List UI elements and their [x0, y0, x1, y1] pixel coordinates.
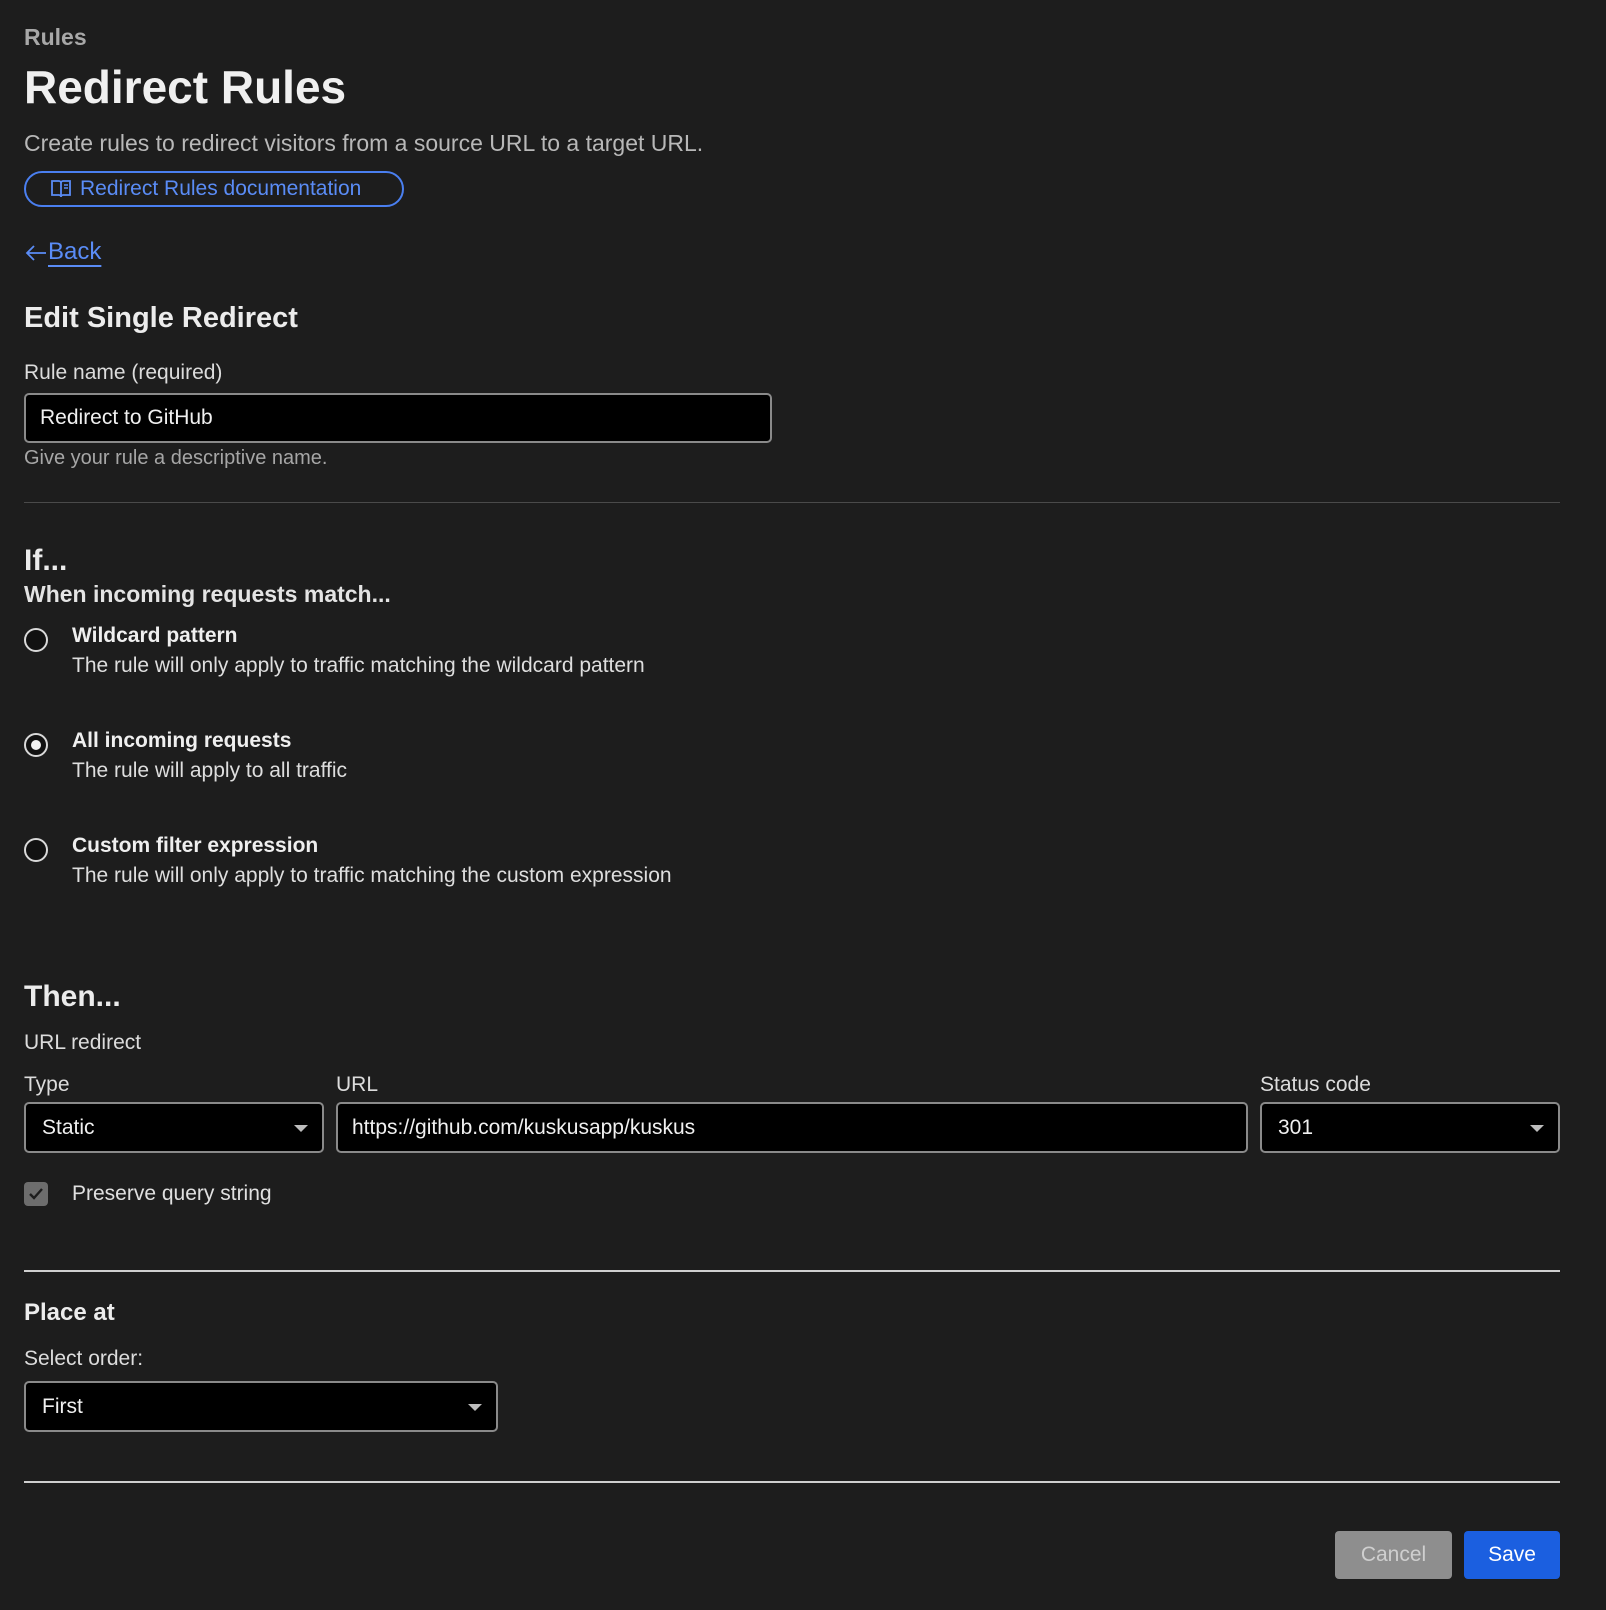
radio-button[interactable] [24, 628, 48, 652]
preserve-query-string-option[interactable]: Preserve query string [24, 1182, 272, 1206]
preserve-query-checkbox[interactable] [24, 1182, 48, 1206]
url-input-value: https://github.com/kuskusapp/kuskus [352, 1115, 696, 1139]
arrow-left-icon [24, 242, 48, 262]
divider [24, 1481, 1560, 1483]
rule-name-help: Give your rule a descriptive name. [24, 447, 328, 469]
back-link-label: Back [48, 238, 102, 265]
rule-name-value: Redirect to GitHub [40, 406, 213, 429]
status-code-value: 301 [1278, 1115, 1314, 1139]
radio-description: The rule will apply to all traffic [72, 759, 348, 782]
place-at-heading: Place at [24, 1299, 115, 1326]
order-select-value: First [42, 1394, 83, 1418]
action-label: URL redirect [24, 1031, 142, 1054]
order-label: Select order: [24, 1347, 144, 1370]
preserve-query-label: Preserve query string [72, 1182, 272, 1205]
radio-option-all-incoming-requests[interactable]: All incoming requests The rule will appl… [24, 729, 924, 809]
type-label: Type [24, 1073, 70, 1096]
if-heading: If... [24, 544, 68, 577]
rule-name-label: Rule name (required) [24, 361, 223, 384]
divider [24, 1270, 1560, 1272]
status-code-select[interactable]: 301 [1260, 1102, 1560, 1153]
cancel-button[interactable]: Cancel [1335, 1531, 1452, 1579]
chevron-down-icon [294, 1124, 308, 1132]
book-icon [50, 179, 72, 199]
chevron-down-icon [1530, 1124, 1544, 1132]
radio-button[interactable] [24, 838, 48, 862]
type-select-value: Static [42, 1115, 95, 1139]
rule-name-input[interactable]: Redirect to GitHub [24, 393, 772, 443]
radio-option-custom-filter-expression[interactable]: Custom filter expression The rule will o… [24, 834, 924, 914]
checkmark-icon [29, 1188, 43, 1200]
page-title: Redirect Rules [24, 61, 347, 113]
chevron-down-icon [468, 1403, 482, 1411]
order-select[interactable]: First [24, 1381, 498, 1432]
radio-title: Custom filter expression [72, 834, 319, 857]
radio-button-selected[interactable] [24, 733, 48, 757]
breadcrumb[interactable]: Rules [24, 24, 87, 51]
radio-title: All incoming requests [72, 729, 292, 752]
url-input[interactable]: https://github.com/kuskusapp/kuskus [336, 1102, 1248, 1153]
status-code-label: Status code [1260, 1073, 1371, 1096]
radio-description: The rule will only apply to traffic matc… [72, 654, 645, 677]
radio-title: Wildcard pattern [72, 624, 238, 647]
page-subtitle: Create rules to redirect visitors from a… [24, 130, 704, 156]
radio-option-wildcard-pattern[interactable]: Wildcard pattern The rule will only appl… [24, 624, 924, 704]
back-link[interactable]: Back [24, 238, 101, 266]
type-select[interactable]: Static [24, 1102, 324, 1153]
save-button[interactable]: Save [1464, 1531, 1560, 1579]
then-heading: Then... [24, 980, 121, 1013]
url-label: URL [336, 1073, 379, 1096]
radio-description: The rule will only apply to traffic matc… [72, 864, 672, 887]
divider [24, 502, 1560, 503]
if-subheading: When incoming requests match... [24, 581, 391, 607]
documentation-link[interactable]: Redirect Rules documentation [24, 171, 404, 207]
documentation-link-label: Redirect Rules documentation [80, 177, 362, 200]
section-title: Edit Single Redirect [24, 302, 298, 334]
